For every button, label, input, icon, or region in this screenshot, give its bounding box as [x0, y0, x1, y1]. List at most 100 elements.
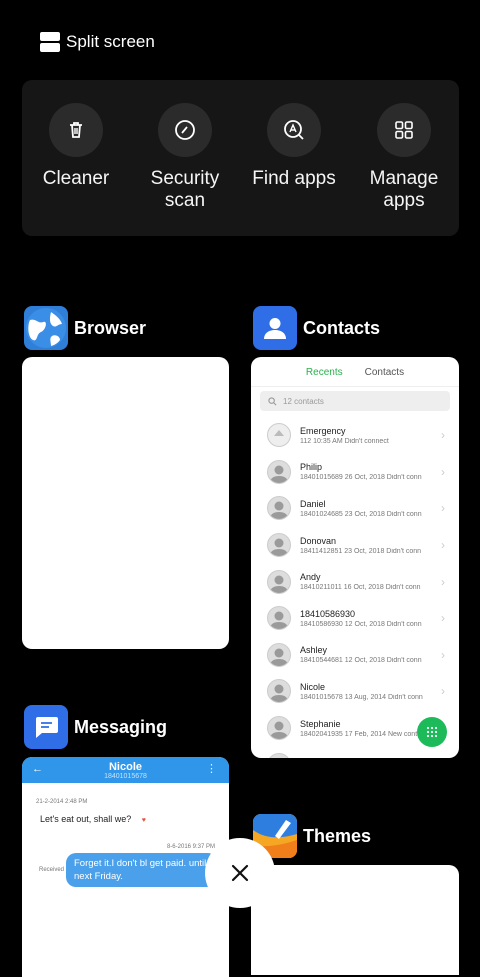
avatar	[267, 753, 291, 758]
message-header: ← Nicole 18401015678 ⋮	[22, 757, 229, 783]
avatar	[267, 533, 291, 557]
chevron-right-icon: ›	[441, 611, 445, 625]
dialpad-fab[interactable]	[417, 717, 447, 747]
contact-row[interactable]: Nicole 18401015678 13 Aug, 2014 Didn't co…	[251, 673, 459, 710]
contact-name: Andy	[300, 572, 459, 582]
close-all-button[interactable]	[205, 838, 275, 908]
cleaner-button[interactable]: Cleaner	[21, 103, 131, 190]
split-screen-icon	[40, 32, 60, 52]
themes-card-title[interactable]: Themes	[253, 814, 371, 858]
contacts-preview[interactable]: Recents Contacts 12 contacts Emergency 11…	[251, 357, 459, 758]
heart-icon: ♥	[142, 817, 146, 824]
avatar	[267, 570, 291, 594]
chevron-right-icon: ›	[441, 648, 445, 662]
contacts-search-input[interactable]: 12 contacts	[260, 391, 450, 411]
back-arrow-icon[interactable]: ←	[32, 763, 43, 775]
chevron-right-icon: ›	[441, 428, 445, 442]
close-x-icon	[230, 863, 250, 883]
themes-preview[interactable]	[251, 865, 459, 975]
message-sent: Let's eat out, shall we? ♥	[40, 814, 146, 824]
avatar	[267, 606, 291, 630]
contact-info: Nicole 18401015678 13 Aug, 2014 Didn't co…	[300, 682, 459, 701]
dialpad-icon	[426, 726, 438, 738]
contact-info: Daniel 18401024685 23 Oct, 2018 Didn't co…	[300, 499, 459, 518]
contact-info: Donovan 18411412851 23 Oct, 2018 Didn't c…	[300, 536, 459, 555]
contact-info: Emergency 112 10:35 AM Didn't connect	[300, 426, 459, 445]
contact-detail: 18401024685 23 Oct, 2018 Didn't conn	[300, 511, 430, 518]
received-label: Received	[39, 867, 64, 873]
message-received: Forget it.I don't bl get paid. until nex…	[66, 853, 218, 887]
chevron-right-icon: ›	[441, 684, 445, 698]
contact-detail: 18410586930 12 Oct, 2018 Didn't conn	[300, 621, 430, 628]
trash-icon	[49, 103, 103, 157]
contact-name: 18410586930	[300, 609, 459, 619]
contact-row[interactable]: Philip 18401015689 26 Oct, 2018 Didn't co…	[251, 454, 459, 491]
contact-detail: 18402041935 17 Feb, 2014 New contac	[300, 731, 430, 738]
more-menu-icon[interactable]: ⋮	[206, 762, 217, 775]
contact-row[interactable]: 18410586930 18410586930 12 Oct, 2018 Didn…	[251, 600, 459, 637]
contact-row[interactable]: Jeanine›	[251, 746, 459, 758]
sent-text: Let's eat out, shall we?	[40, 814, 131, 824]
contact-name: Emergency	[300, 426, 459, 436]
contact-info: Philip 18401015689 26 Oct, 2018 Didn't co…	[300, 462, 459, 481]
manage-apps-icon	[377, 103, 431, 157]
contact-detail: 18410211011 16 Oct, 2018 Didn't conn	[300, 584, 430, 591]
avatar	[267, 460, 291, 484]
contact-name: Daniel	[300, 499, 459, 509]
emergency-icon	[267, 423, 291, 447]
security-scan-button[interactable]: Security scan	[130, 103, 240, 212]
contacts-card-title[interactable]: Contacts	[253, 306, 380, 350]
contact-detail: 112 10:35 AM Didn't connect	[300, 438, 430, 445]
browser-name: Browser	[74, 318, 146, 339]
contact-row[interactable]: Donovan 18411412851 23 Oct, 2018 Didn't c…	[251, 527, 459, 564]
browser-preview[interactable]	[22, 357, 229, 649]
find-apps-label: Find apps	[239, 168, 349, 190]
contact-info: Andy 18410211011 16 Oct, 2018 Didn't conn	[300, 572, 459, 591]
browser-globe-icon	[24, 306, 68, 350]
message-contact-name: Nicole	[22, 757, 229, 773]
avatar	[267, 716, 291, 740]
themes-name: Themes	[303, 826, 371, 847]
messaging-name: Messaging	[74, 717, 167, 738]
tab-contacts[interactable]: Contacts	[365, 367, 404, 386]
security-icon	[158, 103, 212, 157]
messaging-card-title[interactable]: Messaging	[24, 705, 167, 749]
chevron-right-icon: ›	[441, 465, 445, 479]
contact-detail: 18401015678 13 Aug, 2014 Didn't conn	[300, 694, 430, 701]
chevron-right-icon: ›	[441, 538, 445, 552]
messaging-bubble-icon	[24, 705, 68, 749]
contact-row[interactable]: Ashley 18410544681 12 Oct, 2018 Didn't co…	[251, 637, 459, 674]
messaging-preview[interactable]: ← Nicole 18401015678 ⋮ 21-2-2014 2:48 PM…	[22, 757, 229, 977]
contact-detail: 18410544681 12 Oct, 2018 Didn't conn	[300, 657, 430, 664]
contact-row[interactable]: Andy 18410211011 16 Oct, 2018 Didn't conn…	[251, 563, 459, 600]
avatar	[267, 496, 291, 520]
contacts-person-icon	[253, 306, 297, 350]
contact-info: 18410586930 18410586930 12 Oct, 2018 Didn…	[300, 609, 459, 628]
avatar	[267, 679, 291, 703]
message-contact-number: 18401015678	[22, 773, 229, 780]
search-placeholder: 12 contacts	[283, 397, 324, 406]
manage-apps-label: Manage apps	[349, 168, 459, 212]
find-apps-button[interactable]: Find apps	[239, 103, 349, 190]
contacts-name: Contacts	[303, 318, 380, 339]
quick-actions-panel: Cleaner Security scan Find apps Manage a…	[22, 80, 459, 236]
browser-card-title[interactable]: Browser	[24, 306, 146, 350]
split-screen-button[interactable]: Split screen	[40, 30, 155, 54]
contact-name: Nicole	[300, 682, 459, 692]
manage-apps-button[interactable]: Manage apps	[349, 103, 459, 212]
find-apps-icon	[267, 103, 321, 157]
message-date: 21-2-2014 2:48 PM	[36, 799, 87, 805]
search-icon	[268, 397, 277, 406]
chevron-right-icon: ›	[441, 501, 445, 515]
contact-detail: 18401015689 26 Oct, 2018 Didn't conn	[300, 474, 430, 481]
contact-detail: 18411412851 23 Oct, 2018 Didn't conn	[300, 548, 430, 555]
contact-name: Ashley	[300, 645, 459, 655]
contact-row[interactable]: Daniel 18401024685 23 Oct, 2018 Didn't co…	[251, 490, 459, 527]
contact-row[interactable]: Emergency 112 10:35 AM Didn't connect ›	[251, 417, 459, 454]
tab-recents[interactable]: Recents	[306, 367, 343, 386]
security-scan-label: Security scan	[130, 168, 240, 212]
contacts-tabs: Recents Contacts	[251, 357, 459, 387]
contact-name: Philip	[300, 462, 459, 472]
chevron-right-icon: ›	[441, 575, 445, 589]
contact-name: Donovan	[300, 536, 459, 546]
